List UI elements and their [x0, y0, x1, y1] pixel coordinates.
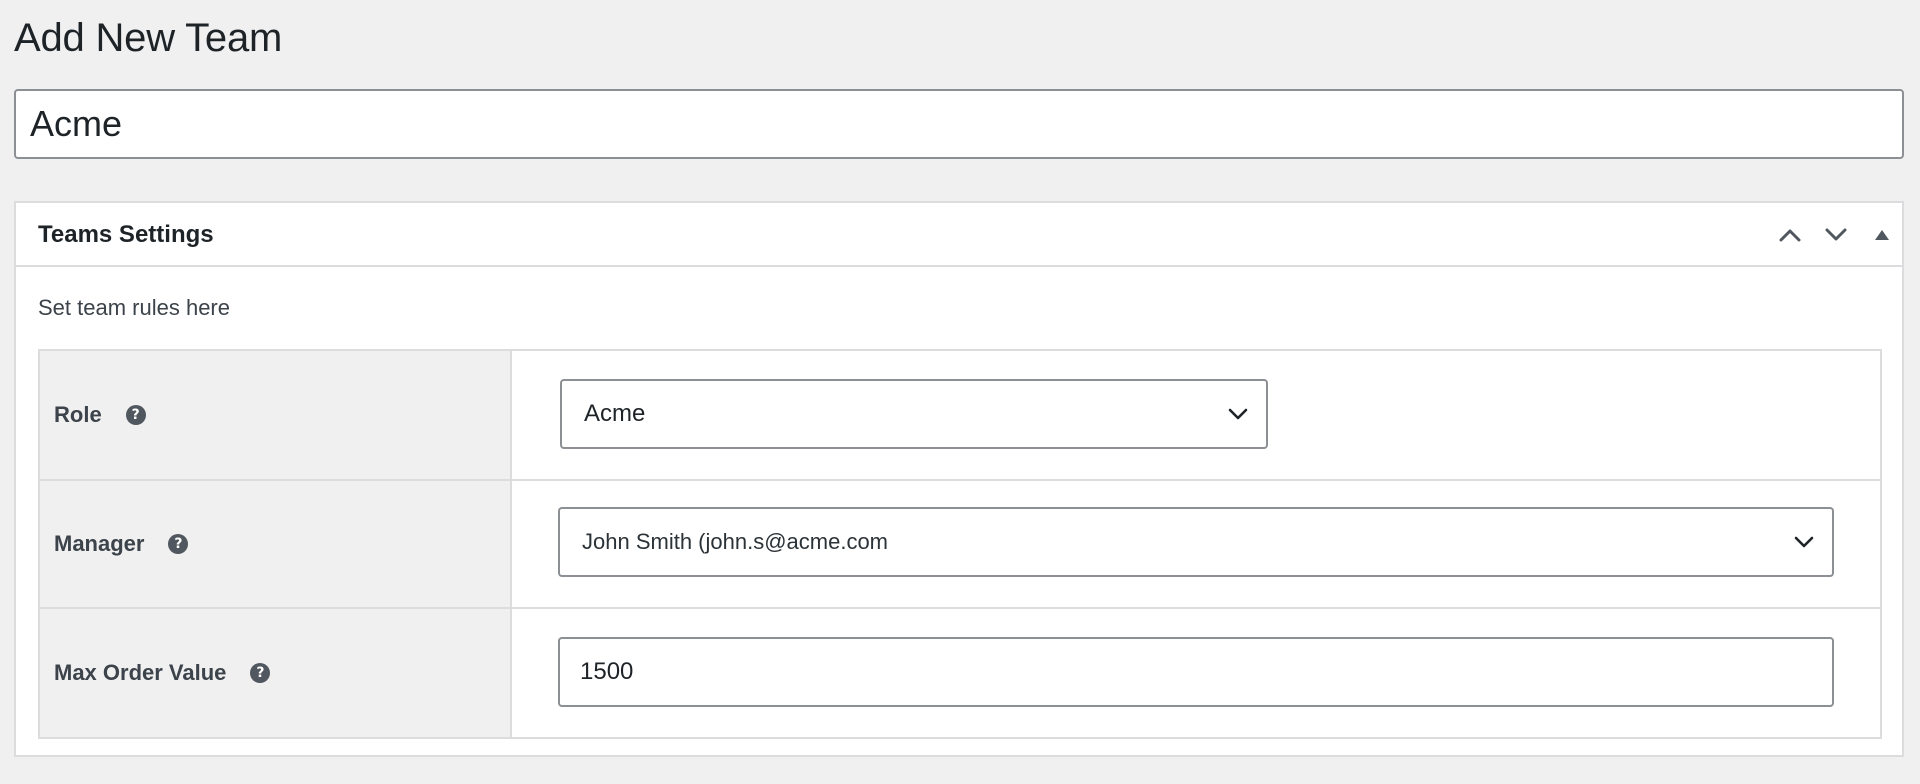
help-icon[interactable]: ? [250, 663, 271, 683]
chevron-down-icon [1794, 536, 1814, 548]
manager-value-cell: John Smith (john.s@acme.com [512, 481, 1880, 607]
role-select-value: Acme [584, 400, 646, 427]
metabox-title: Teams Settings [38, 221, 214, 248]
role-label-cell: Role ? [40, 351, 512, 479]
triangle-up-icon [1875, 230, 1889, 240]
max-order-value-value-cell [512, 609, 1880, 737]
help-icon[interactable]: ? [168, 534, 189, 554]
settings-row-max-order-value: Max Order Value ? [40, 607, 1880, 737]
chevron-down-icon [1228, 408, 1248, 420]
settings-row-manager: Manager ? John Smith (john.s@acme.com [40, 479, 1880, 607]
manager-label: Manager [54, 531, 145, 556]
team-title-input[interactable] [14, 89, 1904, 159]
teams-settings-metabox: Teams Settings Set team rules here Role … [14, 201, 1904, 757]
max-order-value-label-cell: Max Order Value ? [40, 609, 512, 737]
edit-team-page: Add New Team Teams Settings Set team rul… [0, 0, 1920, 784]
manager-select-value: John Smith (john.s@acme.com [582, 529, 889, 554]
role-value-cell: Acme [512, 351, 1880, 479]
manager-select[interactable]: John Smith (john.s@acme.com [558, 507, 1834, 577]
help-icon[interactable]: ? [125, 405, 146, 425]
role-label: Role [54, 402, 102, 427]
toggle-panel-button[interactable] [1864, 217, 1900, 253]
page-title: Add New Team [14, 16, 283, 60]
max-order-value-input[interactable] [558, 637, 1834, 707]
chevron-down-icon [1825, 228, 1847, 241]
move-down-button[interactable] [1818, 217, 1854, 253]
settings-table: Role ? Acme Manager ? John Smith (john.s… [38, 349, 1882, 739]
move-up-button[interactable] [1772, 217, 1808, 253]
manager-label-cell: Manager ? [40, 481, 512, 607]
max-order-value-label: Max Order Value [54, 660, 227, 685]
role-select[interactable]: Acme [560, 379, 1268, 449]
metabox-header[interactable]: Teams Settings [16, 203, 1902, 267]
chevron-up-icon [1779, 229, 1801, 242]
metabox-description: Set team rules here [38, 295, 230, 320]
settings-row-role: Role ? Acme [40, 351, 1880, 479]
